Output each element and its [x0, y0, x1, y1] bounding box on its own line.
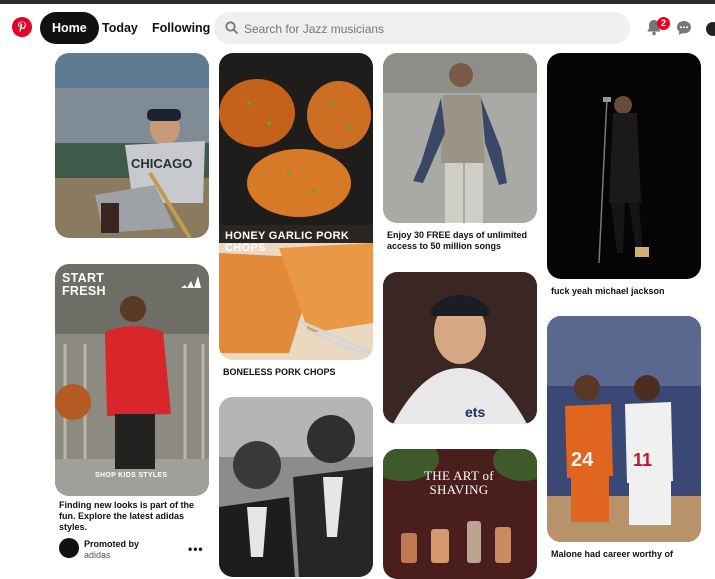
pin-michael-jackson[interactable]	[547, 53, 701, 279]
search-bar[interactable]	[214, 12, 630, 46]
baseball-photo: CHICAGO	[55, 53, 209, 238]
pin-vintage-photo[interactable]	[219, 397, 373, 577]
header: Home Today Following 2	[0, 4, 715, 50]
adidas-subline: SHOP KIDS STYLES	[95, 472, 168, 479]
art-of-shaving-title: THE ART of SHAVING	[424, 468, 494, 497]
svg-text:ets: ets	[465, 404, 485, 420]
pin-basketball[interactable]: 24 11	[547, 316, 701, 542]
pin-baseball-portrait[interactable]: ets	[383, 272, 537, 424]
more-options-icon[interactable]: •••	[188, 542, 204, 556]
adidas-headline: START FRESH	[62, 271, 106, 298]
avatar[interactable]	[706, 22, 715, 36]
baseball-portrait-photo: ets	[383, 272, 537, 424]
pinterest-logo-icon[interactable]	[12, 17, 32, 37]
malone-caption: Malone had career worthy of	[551, 549, 674, 559]
svg-text:CHICAGO: CHICAGO	[131, 156, 192, 171]
spotify-photo	[383, 53, 537, 223]
basketball-photo: 24 11	[547, 316, 701, 542]
promoted-by-name[interactable]: adidas	[84, 550, 111, 560]
adidas-caption: Finding new looks is part of the fun. Ex…	[59, 500, 195, 532]
pin-pork-chops[interactable]: HONEY GARLIC PORK CHOPS	[219, 53, 373, 360]
notification-badge: 2	[657, 17, 670, 30]
search-icon	[225, 21, 238, 34]
chat-icon[interactable]	[672, 16, 696, 40]
svg-text:11: 11	[633, 450, 652, 470]
vintage-bw-photo	[219, 397, 373, 577]
spotify-caption: Enjoy 30 FREE days of unlimited access t…	[387, 230, 528, 251]
michael-jackson-photo	[547, 53, 701, 279]
pin-spotify-ad[interactable]	[383, 53, 537, 223]
svg-text:24: 24	[571, 449, 594, 471]
pin-art-of-shaving[interactable]: THE ART of SHAVING	[383, 449, 537, 579]
pork-chops-title: HONEY GARLIC PORK CHOPS	[225, 230, 350, 254]
pin-baseball-player[interactable]: CHICAGO	[55, 53, 209, 238]
adidas-photo	[55, 264, 209, 496]
mj-caption: fuck yeah michael jackson	[551, 286, 665, 296]
promoted-by-label: Promoted by	[84, 539, 140, 549]
adidas-logo-icon	[181, 276, 201, 288]
pork-chops-photo	[219, 53, 373, 360]
pork-chops-caption: BONELESS PORK CHOPS	[223, 367, 336, 377]
nav-following[interactable]: Following	[140, 12, 222, 44]
pin-adidas-ad[interactable]: START FRESH SHOP KIDS STYLES	[55, 264, 209, 496]
search-input[interactable]	[242, 12, 626, 46]
adidas-avatar[interactable]	[59, 538, 79, 558]
